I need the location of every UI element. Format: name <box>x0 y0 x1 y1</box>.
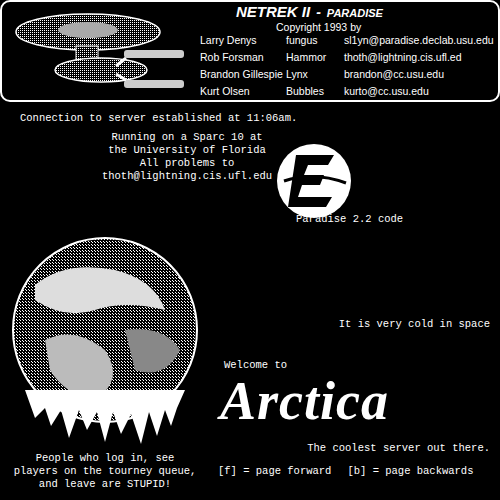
motto: The coolest server out there. <box>307 442 490 455</box>
copyright: Copyright 1993 by <box>276 21 361 34</box>
credit-handle: Lynx <box>286 68 344 81</box>
welcome-text: Welcome to <box>224 359 490 372</box>
nav-hint[interactable]: [f] = page forward <box>218 465 331 478</box>
credit-email: brandon@cc.usu.edu <box>344 68 494 81</box>
credits-list: Larry Denysfungussl1yn@paradise.declab.u… <box>200 34 494 98</box>
credit-email: thoth@lightning.cis.ufl.ed <box>344 51 494 64</box>
credit-handle: fungus <box>286 34 344 47</box>
splash-screen: NETREK II-PARADISECopyright 1993 byLarry… <box>0 0 500 500</box>
nav-hint[interactable]: [b] = page backwards <box>347 465 473 478</box>
server-info: Running on a Sparc 10 atthe University o… <box>92 129 282 183</box>
credit-handle: Hammor <box>286 51 344 64</box>
starship-icon <box>6 6 196 98</box>
page-navigation: [f] = page forward [b] = page backwards <box>218 465 490 478</box>
credit-name: Larry Denys <box>200 34 286 47</box>
connection-message: Connection to server established at 11:0… <box>0 102 500 125</box>
credit-handle: Bubbles <box>286 85 344 98</box>
game-title: NETREK II-PARADISE <box>236 4 383 21</box>
credit-name: Kurt Olsen <box>200 85 286 98</box>
credit-email: kurto@cc.usu.edu <box>344 85 494 98</box>
credit-name: Rob Forsman <box>200 51 286 64</box>
tagline: It is very cold in space <box>339 318 490 331</box>
frozen-globe-icon <box>5 230 205 448</box>
credit-name: Brandon Gillespie <box>200 68 286 81</box>
server-name: Arctica <box>220 372 490 430</box>
logo-caption: Paradise 2.2 code <box>274 213 403 226</box>
credits-panel: NETREK II-PARADISECopyright 1993 byLarry… <box>0 0 500 102</box>
warning-message: People who log in, seeplayers on the tou… <box>14 452 197 491</box>
credit-email: sl1yn@paradise.declab.usu.edu <box>344 34 494 47</box>
paradise-logo-icon <box>274 141 354 221</box>
